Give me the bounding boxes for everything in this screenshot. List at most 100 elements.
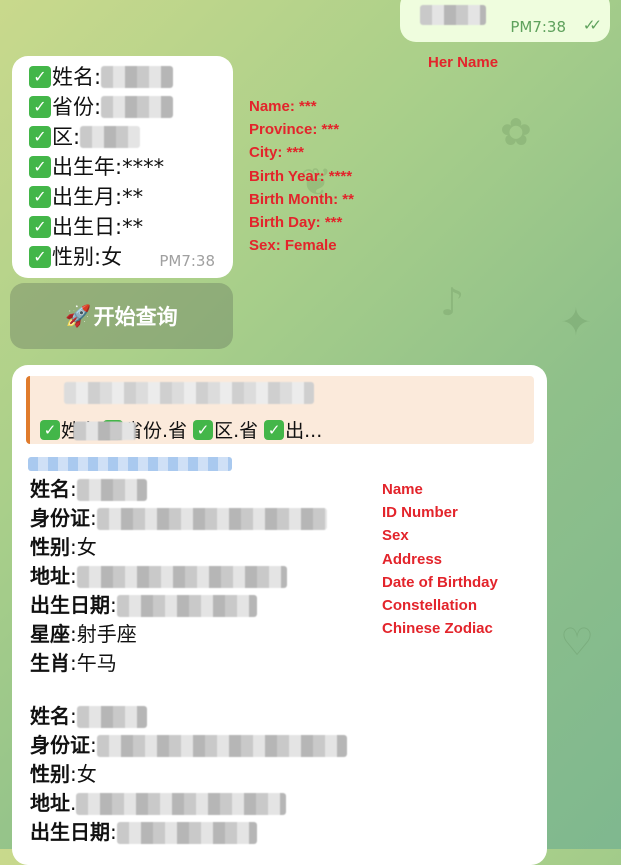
redacted-value <box>101 66 174 88</box>
record-zodiac: 生肖: 午马 <box>30 649 347 678</box>
annotation-result-labels: Name ID Number Sex Address Date of Birth… <box>382 478 498 640</box>
field-value: 午马 <box>76 651 117 675</box>
row-value: 女 <box>101 245 123 269</box>
field-label: 身份证 <box>30 506 90 530</box>
record-birthdate: 出生日期: <box>30 818 347 847</box>
record-sex: 性别: 女 <box>30 760 347 789</box>
colon: : <box>70 622 77 646</box>
check-icon: ✓ <box>29 246 51 268</box>
row-value: ** <box>122 185 144 209</box>
colon: : <box>70 704 77 728</box>
doodle-flower-icon: ✿ <box>500 110 532 154</box>
query-row-province: ✓ 省份: <box>29 92 174 122</box>
field-label: 地址 <box>30 791 70 815</box>
redacted-value <box>116 594 257 617</box>
record-address: 地址. <box>30 789 347 818</box>
check-icon: ✓ <box>29 96 51 118</box>
check-icon: ✓ <box>193 419 214 440</box>
check-icon: ✓ <box>264 419 285 440</box>
redacted-value <box>74 422 120 440</box>
annotation-label: Address <box>382 550 443 568</box>
start-query-label: 开始查询 <box>93 305 178 329</box>
colon: : <box>70 535 77 559</box>
record-birthdate: 出生日期: <box>30 591 347 620</box>
query-row-name: ✓ 姓名: <box>29 62 174 92</box>
redacted-value <box>116 821 257 844</box>
redacted-value <box>76 705 147 728</box>
row-label: 姓名: <box>52 65 102 89</box>
check-icon: ✓ <box>29 66 51 88</box>
reply-quote[interactable]: ✓ 姓名 ✓ 省份. 省 ✓ 区. 省 ✓ 出... <box>26 376 534 444</box>
colon: : <box>70 477 77 501</box>
annotation-label: Province: *** <box>249 121 340 139</box>
annotation-label: ID Number <box>382 504 458 522</box>
redacted-value <box>96 734 347 757</box>
colon: : <box>70 762 77 786</box>
query-message[interactable]: ✓ 姓名: ✓ 省份: ✓ 区: ✓ 出生年: **** ✓ 出生月: ** ✓… <box>12 56 233 278</box>
record-id-number: 身份证: <box>30 504 347 533</box>
field-label: 出生日期 <box>30 593 110 617</box>
redacted-value <box>76 792 287 815</box>
record-constellation: 星座: 射手座 <box>30 620 347 649</box>
check-icon: ✓ <box>29 126 51 148</box>
quote-label: 区. <box>214 420 240 442</box>
annotation-label: Sex <box>382 527 409 545</box>
annotation-label: Birth Day: *** <box>249 214 343 232</box>
field-label: 生肖 <box>30 651 70 675</box>
annotation-label: Date of Birthday <box>382 573 498 591</box>
field-value: 射手座 <box>76 622 137 646</box>
redacted-name <box>420 5 486 25</box>
colon: : <box>90 506 97 530</box>
record-address: 地址: <box>30 562 347 591</box>
row-label: 出生年: <box>52 155 123 179</box>
message-time: PM7:38 <box>510 18 566 36</box>
check-icon: ✓ <box>29 216 51 238</box>
start-query-button[interactable]: 🚀 开始查询 <box>10 283 233 349</box>
row-label: 性别: <box>52 245 102 269</box>
row-label: 省份: <box>52 95 102 119</box>
field-value: 女 <box>76 762 97 786</box>
colon: : <box>110 593 117 617</box>
annotation-label: Name: *** <box>249 98 317 115</box>
field-label: 姓名 <box>30 477 70 501</box>
colon: : <box>70 564 77 588</box>
field-label: 地址 <box>30 564 70 588</box>
colon: : <box>110 820 117 844</box>
record-id-number: 身份证: <box>30 731 347 760</box>
row-label: 出生月: <box>52 185 123 209</box>
redacted-value <box>96 507 327 530</box>
colon: : <box>90 733 97 757</box>
field-value: 女 <box>76 535 97 559</box>
record-name: 姓名: <box>30 702 347 731</box>
query-row-district: ✓ 区: <box>29 122 173 152</box>
record-name: 姓名: <box>30 475 347 504</box>
check-icon: ✓ <box>29 156 51 178</box>
row-value: ** <box>122 215 144 239</box>
redacted-value <box>101 96 174 118</box>
redacted-value <box>76 565 287 588</box>
doodle-star-icon: ✦ <box>560 300 592 344</box>
annotation-label: Name <box>382 481 423 498</box>
outgoing-message[interactable]: PM7:38 ✓✓ <box>400 0 610 42</box>
double-check-icon: ✓✓ <box>582 16 602 34</box>
query-row-sex: ✓ 性别: 女 <box>29 242 173 272</box>
message-time: PM7:38 <box>159 252 215 270</box>
field-label: 星座 <box>30 622 70 646</box>
query-row-birth-year: ✓ 出生年: **** <box>29 152 173 182</box>
field-label: 姓名 <box>30 704 70 728</box>
annotation-label: City: *** <box>249 144 305 162</box>
colon: : <box>70 651 77 675</box>
annotation-label: Birth Year: **** <box>249 167 353 185</box>
result-records: 姓名: 身份证: 性别: 女 地址: 出生日期: 星座: 射手座 生肖: 午马 <box>30 475 347 847</box>
check-icon: ✓ <box>40 419 60 440</box>
query-row-birth-day: ✓ 出生日: ** <box>29 212 173 242</box>
field-label: 身份证 <box>30 733 90 757</box>
field-label: 性别 <box>30 535 70 559</box>
quote-label: 省 <box>239 420 259 442</box>
redacted-value <box>80 126 141 148</box>
quote-label: 省 <box>168 420 188 442</box>
redacted-quote-header <box>64 382 314 404</box>
redacted-link[interactable] <box>28 457 232 471</box>
doodle-heart-icon: ♡ <box>560 620 595 664</box>
annotation-label: Sex: Female <box>249 237 337 255</box>
